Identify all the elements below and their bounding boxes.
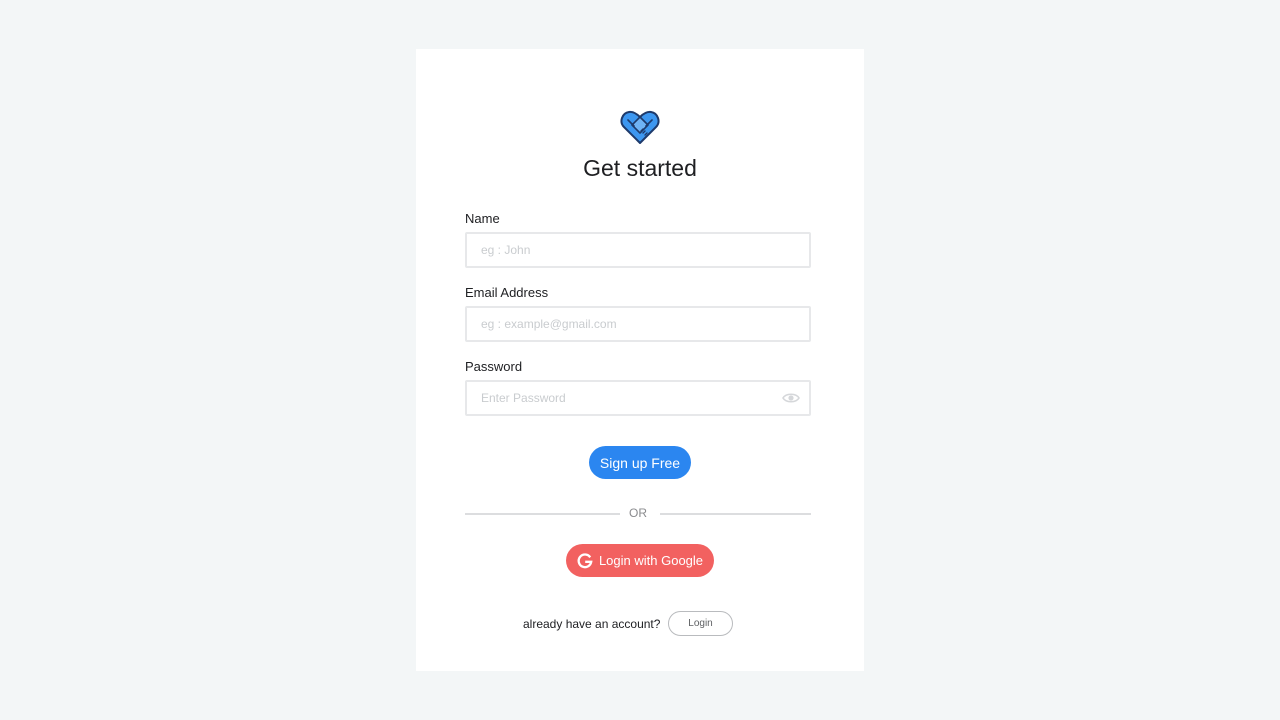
name-field-wrapper — [465, 232, 811, 268]
divider-line-right — [660, 513, 811, 515]
eye-icon[interactable] — [782, 392, 800, 404]
handshake-heart-icon — [620, 110, 660, 144]
google-icon — [577, 552, 593, 568]
divider-line-left — [465, 513, 620, 515]
password-field-wrapper — [465, 380, 811, 416]
google-login-button[interactable]: Login with Google — [566, 544, 714, 577]
email-field-wrapper — [465, 306, 811, 342]
google-login-label: Login with Google — [598, 553, 704, 568]
account-prompt: already have an account? — [523, 617, 661, 631]
or-divider: OR — [465, 506, 811, 520]
signup-card: Get started Name Email Address Password … — [416, 49, 864, 671]
password-label: Password — [465, 359, 523, 374]
login-button[interactable]: Login — [668, 611, 733, 636]
email-label: Email Address — [465, 285, 549, 300]
signup-button[interactable]: Sign up Free — [589, 446, 691, 479]
email-field[interactable] — [467, 308, 809, 340]
name-label: Name — [465, 211, 500, 226]
or-text: OR — [629, 506, 647, 520]
page-title: Get started — [583, 155, 697, 181]
name-field[interactable] — [467, 234, 809, 266]
password-field[interactable] — [467, 382, 809, 414]
